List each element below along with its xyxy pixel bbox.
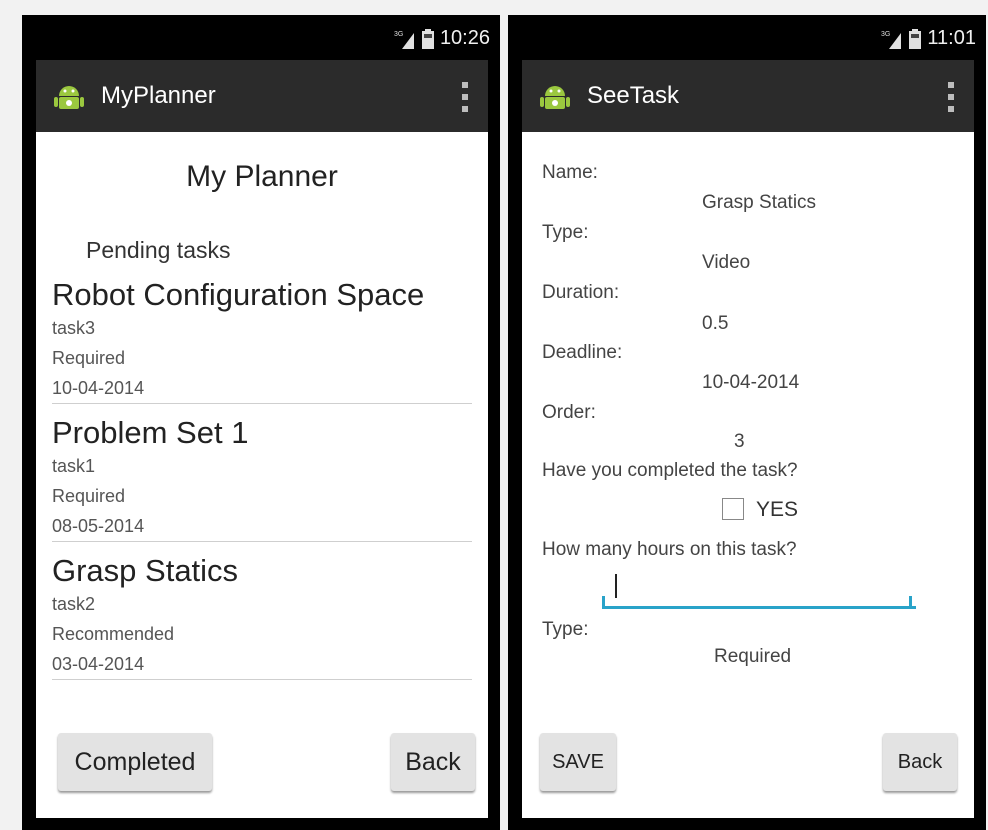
overflow-menu-icon[interactable] [462, 82, 468, 112]
back-button[interactable]: Back [883, 733, 957, 791]
order-label: Order: [542, 402, 596, 423]
task-date: 08-05-2014 [52, 516, 145, 536]
task-date: 03-04-2014 [52, 654, 145, 674]
back-button[interactable]: Back [391, 733, 475, 791]
action-bar: SeeTask [522, 60, 974, 132]
task-kind: Recommended [52, 624, 175, 644]
completed-question: Have you completed the task? [542, 460, 798, 481]
seetask-screen: 3G 11:01 SeeTask Name: Grasp Statics Typ… [508, 15, 986, 830]
checkbox-label[interactable]: YES [756, 498, 798, 522]
hours-question: How many hours on this task? [542, 539, 797, 560]
deadline-label: Deadline: [542, 342, 623, 363]
status-bar: 3G 10:26 [22, 15, 500, 60]
status-bar: 3G 11:01 [508, 15, 986, 60]
order-value: 3 [734, 431, 745, 452]
task-title: Problem Set 1 [52, 415, 249, 450]
clock: 11:01 [927, 27, 976, 49]
svg-text:3G: 3G [881, 31, 890, 38]
name-value: Grasp Statics [702, 192, 817, 213]
duration-label: Duration: [542, 282, 620, 303]
text-cursor [615, 574, 617, 598]
svg-text:3G: 3G [394, 31, 403, 38]
task-title: Grasp Statics [52, 553, 239, 588]
task-kind: Required [52, 486, 126, 506]
page-title: My Planner [186, 160, 338, 193]
hours-input[interactable] [602, 570, 916, 609]
action-bar: MyPlanner [36, 60, 488, 132]
type2-label: Type: [542, 619, 589, 640]
input-edge-left [602, 596, 605, 606]
duration-value: 0.5 [702, 313, 729, 334]
seetask-content: Name: Grasp Statics Type: Video Duration… [522, 132, 974, 818]
signal-3g-icon: 3G [394, 31, 414, 49]
type2-value: Required [714, 646, 792, 667]
battery-icon [421, 28, 434, 49]
task-date: 10-04-2014 [52, 378, 145, 398]
myplanner-screen: 3G 10:26 MyPlanner My Planner Pending ta… [22, 15, 500, 830]
input-edge-right [909, 596, 912, 606]
task-kind: Required [52, 348, 126, 368]
task-id: task1 [52, 456, 96, 476]
task-list-item[interactable]: Grasp Statics task2 Recommended 03-04-20… [52, 553, 472, 680]
app-title: SeeTask [587, 82, 680, 109]
pending-tasks-label: Pending tasks [86, 237, 231, 263]
android-app-icon[interactable] [540, 82, 570, 112]
android-app-icon[interactable] [54, 82, 84, 112]
task-list-item[interactable]: Problem Set 1 task1 Required 08-05-2014 [52, 415, 472, 542]
planner-content: My Planner Pending tasks Robot Configura… [36, 132, 488, 818]
deadline-value: 10-04-2014 [702, 372, 800, 393]
signal-3g-icon: 3G [881, 31, 902, 49]
task-list-item[interactable]: Robot Configuration Space task3 Required… [52, 277, 472, 404]
completed-button[interactable]: Completed [58, 733, 212, 791]
type-label: Type: [542, 222, 589, 243]
clock: 10:26 [439, 27, 490, 49]
app-title: MyPlanner [101, 82, 216, 109]
task-title: Robot Configuration Space [52, 277, 425, 312]
task-id: task2 [52, 594, 96, 614]
battery-icon [909, 28, 922, 49]
task-id: task3 [52, 318, 96, 338]
type-value: Video [702, 252, 751, 273]
name-label: Name: [542, 162, 598, 183]
save-button[interactable]: SAVE [540, 733, 616, 791]
overflow-menu-icon[interactable] [948, 82, 954, 112]
completed-checkbox[interactable] [722, 498, 744, 520]
